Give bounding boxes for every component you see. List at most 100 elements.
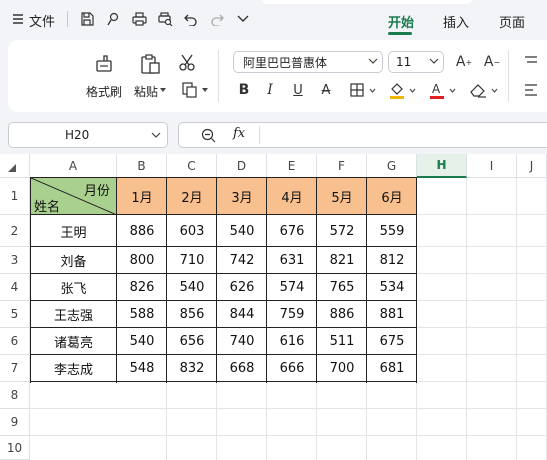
value-cell[interactable]: 759: [267, 301, 317, 328]
value-cell[interactable]: 540: [217, 215, 267, 247]
value-cell[interactable]: 681: [367, 355, 417, 382]
copy-options-icon[interactable]: [201, 86, 209, 94]
font-size-select[interactable]: 11: [388, 51, 444, 73]
column-header-A[interactable]: A: [30, 154, 117, 178]
name-cell[interactable]: 李志成: [30, 355, 117, 382]
month-header-cell[interactable]: 2月: [167, 178, 217, 215]
copy-icon[interactable]: [178, 80, 202, 100]
paste-icon[interactable]: [138, 52, 162, 76]
value-cell[interactable]: 631: [267, 247, 317, 274]
align-left-icon[interactable]: [522, 82, 540, 98]
name-cell[interactable]: 张飞: [30, 274, 117, 301]
value-cell[interactable]: 668: [217, 355, 267, 382]
value-cell[interactable]: 800: [117, 247, 167, 274]
column-header-E[interactable]: E: [267, 154, 317, 178]
eraser-icon[interactable]: [468, 80, 488, 100]
value-cell[interactable]: 656: [167, 328, 217, 355]
fx-icon[interactable]: fx: [233, 126, 245, 141]
value-cell[interactable]: 574: [267, 274, 317, 301]
export-icon[interactable]: [104, 10, 122, 28]
month-header-cell[interactable]: 6月: [367, 178, 417, 215]
value-cell[interactable]: 742: [217, 247, 267, 274]
row-header-10[interactable]: 10: [0, 436, 30, 460]
value-cell[interactable]: 826: [117, 274, 167, 301]
increase-font-icon[interactable]: A +: [454, 52, 474, 72]
value-cell[interactable]: 559: [367, 215, 417, 247]
tab-home[interactable]: 开始: [388, 12, 414, 31]
paste-label[interactable]: 粘贴: [134, 83, 158, 100]
month-header-cell[interactable]: 1月: [117, 178, 167, 215]
column-header-I[interactable]: I: [467, 154, 517, 178]
format-painter-icon[interactable]: [92, 52, 116, 76]
chevron-down-icon[interactable]: [490, 87, 498, 93]
column-header-C[interactable]: C: [167, 154, 217, 178]
name-cell[interactable]: 诸葛亮: [30, 328, 117, 355]
value-cell[interactable]: 511: [317, 328, 367, 355]
border-icon[interactable]: [348, 82, 366, 98]
value-cell[interactable]: 765: [317, 274, 367, 301]
row-header-6[interactable]: 6: [0, 328, 30, 355]
value-cell[interactable]: 881: [367, 301, 417, 328]
row-header-7[interactable]: 7: [0, 355, 30, 382]
formula-input[interactable]: fx: [178, 122, 547, 148]
value-cell[interactable]: 548: [117, 355, 167, 382]
row-header-2[interactable]: 2: [0, 215, 30, 247]
chevron-down-icon[interactable]: [368, 87, 376, 93]
file-menu[interactable]: 文件: [29, 11, 55, 30]
row-header-5[interactable]: 5: [0, 301, 30, 328]
value-cell[interactable]: 844: [217, 301, 267, 328]
value-cell[interactable]: 886: [117, 215, 167, 247]
zoom-icon[interactable]: [201, 128, 216, 143]
column-header-J[interactable]: J: [517, 154, 547, 178]
font-name-select[interactable]: 阿里巴巴普惠体: [233, 51, 383, 73]
column-header-D[interactable]: D: [217, 154, 267, 178]
underline-icon[interactable]: U: [290, 80, 306, 100]
column-header-F[interactable]: F: [317, 154, 367, 178]
month-header-cell[interactable]: 4月: [267, 178, 317, 215]
value-cell[interactable]: 676: [267, 215, 317, 247]
value-cell[interactable]: 812: [367, 247, 417, 274]
value-cell[interactable]: 886: [317, 301, 367, 328]
value-cell[interactable]: 675: [367, 328, 417, 355]
row-header-4[interactable]: 4: [0, 274, 30, 301]
paste-options-icon[interactable]: [159, 86, 167, 94]
value-cell[interactable]: 540: [117, 328, 167, 355]
redo-icon[interactable]: [208, 10, 226, 28]
name-cell[interactable]: 刘备: [30, 247, 117, 274]
value-cell[interactable]: 588: [117, 301, 167, 328]
undo-icon[interactable]: [182, 10, 200, 28]
bold-icon[interactable]: B: [236, 80, 252, 100]
value-cell[interactable]: 540: [167, 274, 217, 301]
tab-page[interactable]: 页面: [499, 12, 525, 31]
row-header-1[interactable]: 1: [0, 178, 30, 215]
value-cell[interactable]: 572: [317, 215, 367, 247]
month-header-cell[interactable]: 5月: [317, 178, 367, 215]
chevron-down-icon[interactable]: [448, 87, 456, 93]
chevron-down-icon[interactable]: [408, 87, 416, 93]
value-cell[interactable]: 616: [267, 328, 317, 355]
row-header-8[interactable]: 8: [0, 382, 30, 409]
column-header-G[interactable]: G: [367, 154, 417, 178]
print-icon[interactable]: [130, 10, 148, 28]
font-color-icon[interactable]: A: [428, 80, 446, 100]
menu-icon[interactable]: [10, 10, 26, 28]
value-cell[interactable]: 603: [167, 215, 217, 247]
strikethrough-icon[interactable]: A: [318, 80, 334, 100]
row-header-9[interactable]: 9: [0, 409, 30, 436]
chevron-down-icon[interactable]: [234, 10, 252, 28]
row-header-3[interactable]: 3: [0, 247, 30, 274]
value-cell[interactable]: 740: [217, 328, 267, 355]
value-cell[interactable]: 700: [317, 355, 367, 382]
cut-icon[interactable]: [176, 52, 198, 74]
name-cell[interactable]: 王志强: [30, 301, 117, 328]
value-cell[interactable]: 666: [267, 355, 317, 382]
fill-color-icon[interactable]: [388, 80, 406, 100]
decrease-font-icon[interactable]: A −: [482, 52, 502, 72]
name-box[interactable]: H20: [8, 122, 168, 148]
column-header-H[interactable]: H: [417, 154, 467, 178]
month-header-cell[interactable]: 3月: [217, 178, 267, 215]
align-top-icon[interactable]: [522, 54, 540, 70]
value-cell[interactable]: 832: [167, 355, 217, 382]
column-header-B[interactable]: B: [117, 154, 167, 178]
tab-insert[interactable]: 插入: [443, 12, 469, 31]
